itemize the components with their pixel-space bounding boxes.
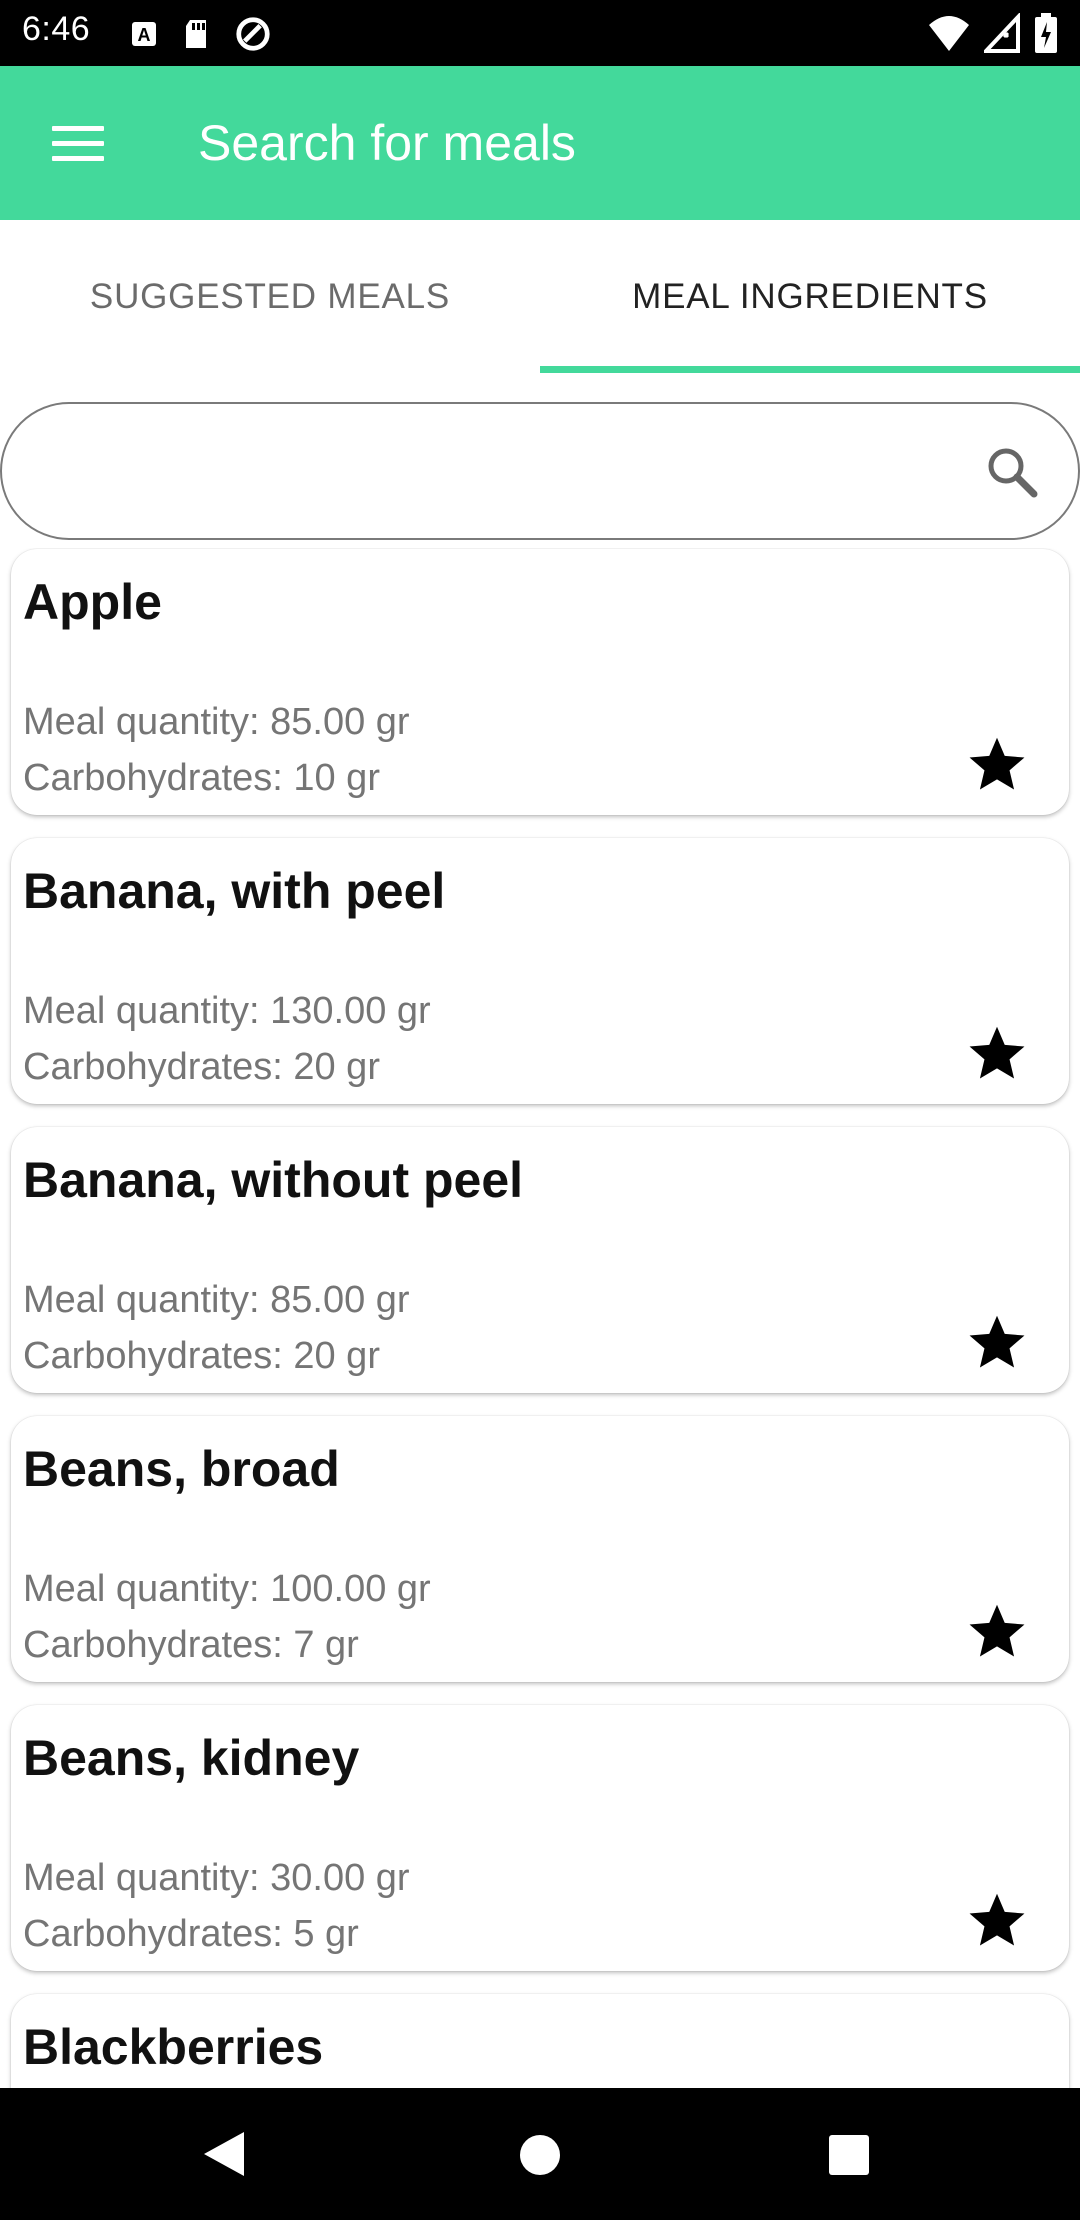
list-item[interactable]: Banana, without peel Meal quantity: 85.0…	[11, 1127, 1069, 1393]
search-bar[interactable]	[0, 402, 1080, 540]
item-quantity: Meal quantity: 30.00 gr	[23, 1857, 410, 1899]
cell-signal-icon	[984, 13, 1020, 53]
app-bar: Search for meals	[0, 66, 1080, 220]
item-name: Apple	[23, 574, 162, 630]
item-name: Banana, without peel	[23, 1152, 524, 1208]
list-item[interactable]: Blackberries	[11, 1994, 1069, 2088]
data-saver-icon	[236, 17, 270, 51]
home-icon[interactable]	[519, 2134, 561, 2176]
search-icon[interactable]	[984, 444, 1040, 500]
item-carbohydrates: Carbohydrates: 20 gr	[23, 1335, 380, 1377]
star-icon[interactable]	[965, 1022, 1029, 1086]
tab-meal-ingredients[interactable]: MEAL INGREDIENTS	[540, 220, 1080, 374]
tab-suggested-meals[interactable]: SUGGESTED MEALS	[0, 220, 540, 374]
item-name: Blackberries	[23, 2019, 324, 2075]
page-title: Search for meals	[198, 115, 576, 171]
tab-indicator	[540, 366, 1080, 373]
status-right-icons	[928, 12, 1058, 54]
star-icon[interactable]	[965, 1600, 1029, 1664]
status-left-icons: A	[130, 15, 272, 53]
star-icon[interactable]	[965, 1889, 1029, 1953]
item-carbohydrates: Carbohydrates: 7 gr	[23, 1624, 359, 1666]
list-item[interactable]: Beans, broad Meal quantity: 100.00 gr Ca…	[11, 1416, 1069, 1682]
svg-text:A: A	[138, 25, 151, 45]
a-box-icon: A	[132, 22, 156, 46]
list-item[interactable]: Beans, kidney Meal quantity: 30.00 gr Ca…	[11, 1705, 1069, 1971]
status-time: 6:46	[22, 10, 91, 48]
item-quantity: Meal quantity: 85.00 gr	[23, 1279, 410, 1321]
item-quantity: Meal quantity: 100.00 gr	[23, 1568, 431, 1610]
wifi-icon	[929, 16, 969, 51]
item-quantity: Meal quantity: 85.00 gr	[23, 701, 410, 743]
recents-icon[interactable]	[828, 2134, 870, 2176]
ingredient-list: Apple Meal quantity: 85.00 gr Carbohydra…	[0, 548, 1080, 2088]
item-quantity: Meal quantity: 130.00 gr	[23, 990, 431, 1032]
item-name: Beans, broad	[23, 1441, 340, 1497]
item-carbohydrates: Carbohydrates: 20 gr	[23, 1046, 380, 1088]
menu-icon[interactable]	[40, 113, 114, 173]
star-icon[interactable]	[965, 733, 1029, 797]
item-name: Beans, kidney	[23, 1730, 360, 1786]
list-item[interactable]: Apple Meal quantity: 85.00 gr Carbohydra…	[11, 549, 1069, 815]
list-item[interactable]: Banana, with peel Meal quantity: 130.00 …	[11, 838, 1069, 1104]
back-icon[interactable]	[200, 2128, 250, 2180]
status-bar: 6:46 A	[0, 0, 1080, 66]
system-nav-bar	[0, 2088, 1080, 2220]
sd-card-icon	[186, 20, 206, 48]
battery-icon	[1035, 13, 1057, 53]
search-input[interactable]	[42, 434, 942, 510]
star-icon[interactable]	[965, 1311, 1029, 1375]
item-carbohydrates: Carbohydrates: 5 gr	[23, 1913, 359, 1955]
item-name: Banana, with peel	[23, 863, 446, 919]
item-carbohydrates: Carbohydrates: 10 gr	[23, 757, 380, 799]
tab-bar: SUGGESTED MEALS MEAL INGREDIENTS	[0, 220, 1080, 374]
